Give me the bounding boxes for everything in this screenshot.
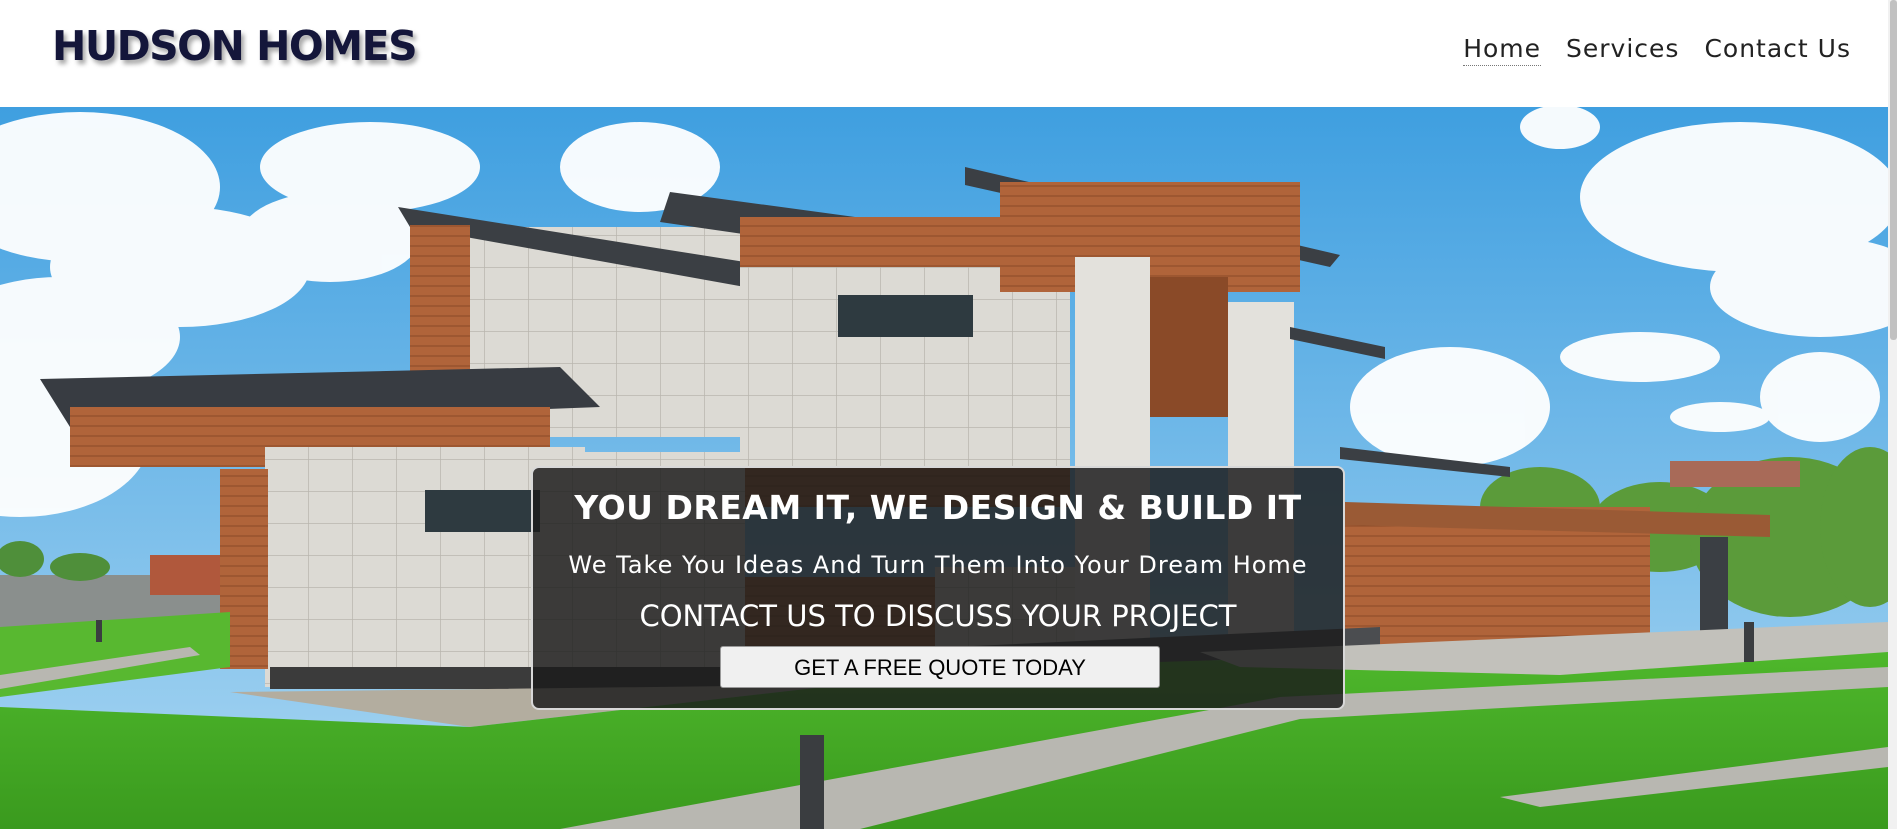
- hero-cta-text: CONTACT US TO DISCUSS YOUR PROJECT: [639, 599, 1237, 633]
- nav-link-home[interactable]: Home: [1463, 34, 1542, 66]
- nav-link-services[interactable]: Services: [1566, 34, 1679, 66]
- nav-link-contact-us[interactable]: Contact Us: [1704, 34, 1851, 66]
- site-header: HUDSON HOMES Home Services Contact Us: [0, 0, 1888, 107]
- scrollbar-thumb[interactable]: [1890, 0, 1897, 340]
- hero-subline: We Take You Ideas And Turn Them Into You…: [568, 551, 1308, 579]
- hero-message-box: YOU DREAM IT, WE DESIGN & BUILD IT We Ta…: [531, 466, 1345, 710]
- main-nav: Home Services Contact Us: [1463, 34, 1851, 66]
- free-quote-button[interactable]: GET A FREE QUOTE TODAY: [720, 646, 1160, 688]
- hero-headline: YOU DREAM IT, WE DESIGN & BUILD IT: [574, 488, 1302, 527]
- site-logo[interactable]: HUDSON HOMES: [52, 22, 418, 70]
- hero-section: YOU DREAM IT, WE DESIGN & BUILD IT We Ta…: [0, 107, 1888, 829]
